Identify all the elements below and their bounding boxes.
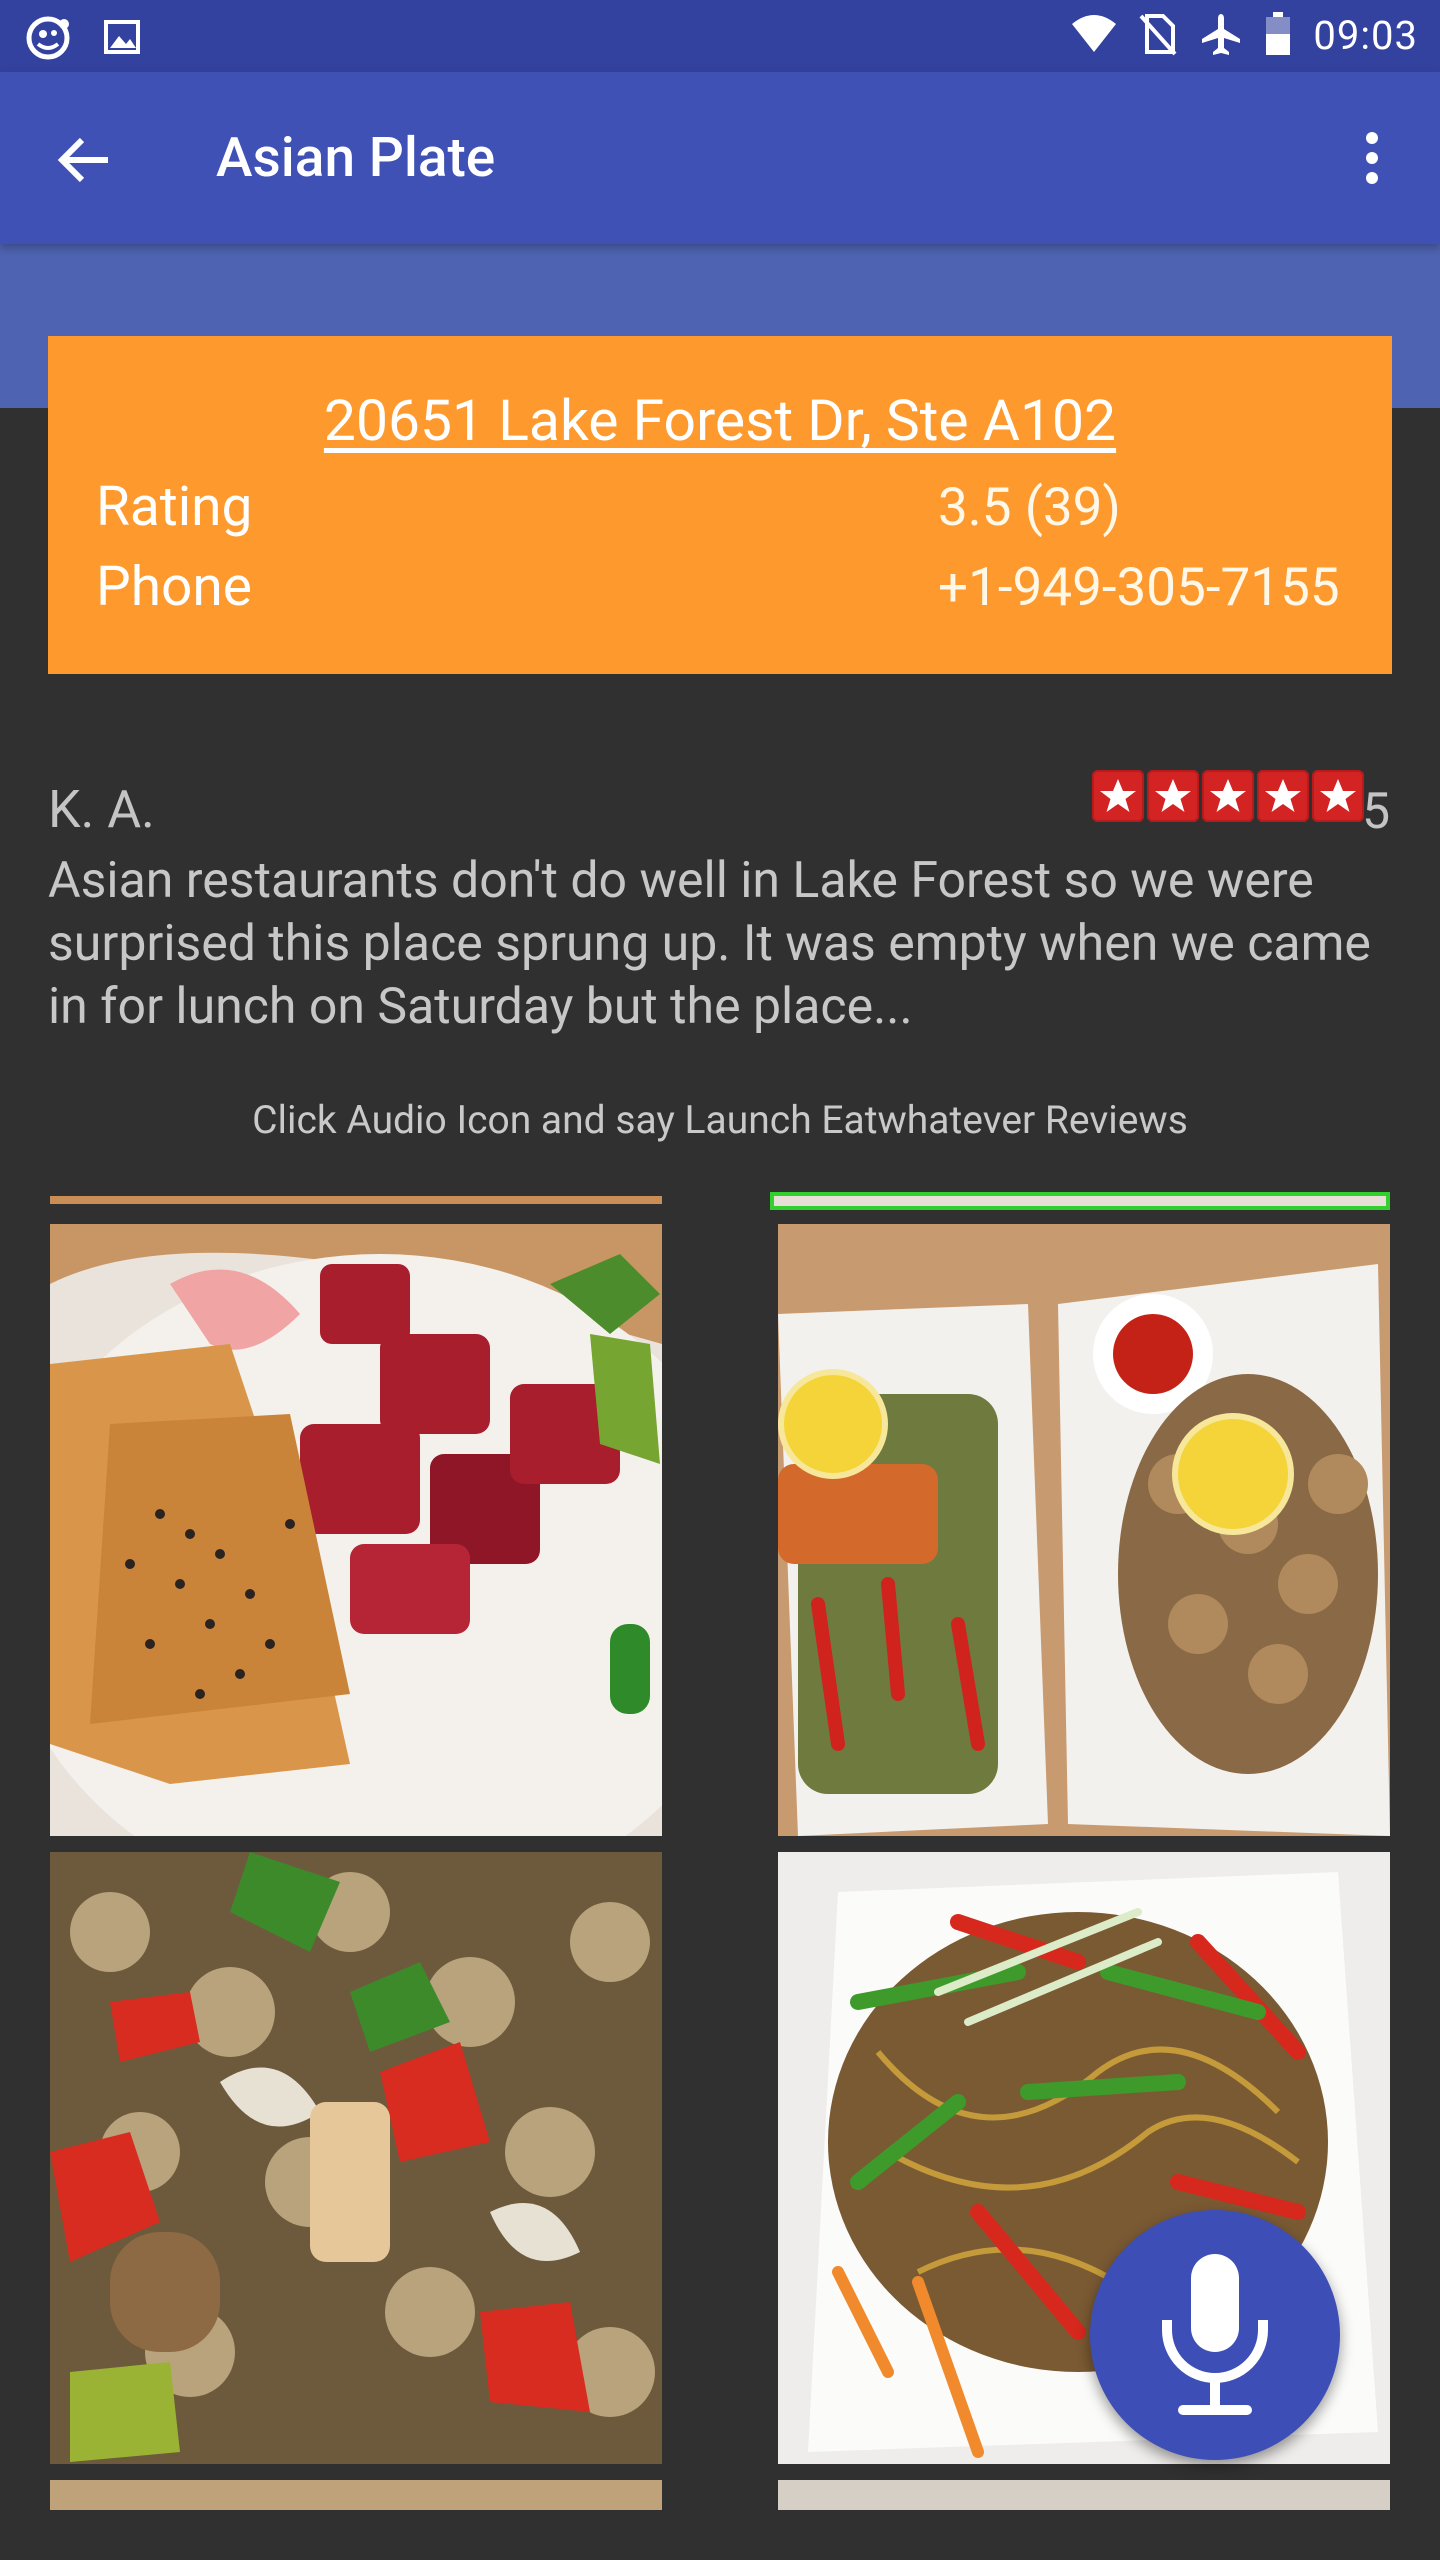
- notification-app-icon: [26, 14, 74, 64]
- star-icon: [1312, 770, 1364, 822]
- voice-hint: Click Audio Icon and say Launch Eatwhate…: [252, 1097, 1188, 1143]
- status-bar: 09:03: [0, 0, 1440, 72]
- microphone-icon: [1162, 2254, 1268, 2415]
- review-author: K. A.: [48, 779, 155, 840]
- star-icon: [1202, 770, 1254, 822]
- overflow-menu-button[interactable]: [1344, 124, 1400, 192]
- more-vert-icon: [1366, 132, 1378, 184]
- photo-kung-pao-chicken[interactable]: [50, 1852, 662, 2464]
- review-star-rating: [1092, 770, 1364, 822]
- rating-label: Rating: [96, 475, 253, 539]
- star-icon: [1092, 770, 1144, 822]
- review-text[interactable]: Asian restaurants don't do well in Lake …: [48, 850, 1398, 1039]
- phone-label: Phone: [96, 555, 252, 619]
- restaurant-info-card: 20651 Lake Forest Dr, Ste A102 Rating 3.…: [48, 336, 1392, 674]
- rating-value: 3.5 (39): [938, 476, 1121, 538]
- no-sim-icon: [1139, 12, 1177, 60]
- phone-value[interactable]: +1-949-305-7155: [938, 552, 1340, 622]
- image-notification-icon: [104, 20, 140, 58]
- microphone-button[interactable]: [1090, 2210, 1340, 2460]
- photo-strip-bottom-right: [778, 2480, 1390, 2510]
- star-icon: [1257, 770, 1309, 822]
- review-star-count: 5: [1362, 783, 1391, 841]
- photo-strip-bottom-left: [50, 2480, 662, 2510]
- photo-salmon-and-calamari[interactable]: [778, 1224, 1390, 1836]
- status-time: 09:03: [1313, 12, 1418, 59]
- photo-strip-top-left: [50, 1196, 662, 1204]
- battery-icon: [1265, 12, 1291, 60]
- star-icon: [1147, 770, 1199, 822]
- airplane-mode-icon: [1199, 12, 1243, 60]
- photo-wonton-tuna-poke[interactable]: [50, 1224, 662, 1836]
- page-title: Asian Plate: [216, 126, 496, 190]
- back-button[interactable]: [52, 128, 116, 192]
- photo-strip-top-right: [770, 1192, 1390, 1210]
- arrow-back-icon: [57, 137, 108, 183]
- address-link[interactable]: 20651 Lake Forest Dr, Ste A102: [48, 386, 1392, 456]
- app-bar: Asian Plate: [0, 72, 1440, 244]
- wifi-icon: [1071, 14, 1117, 58]
